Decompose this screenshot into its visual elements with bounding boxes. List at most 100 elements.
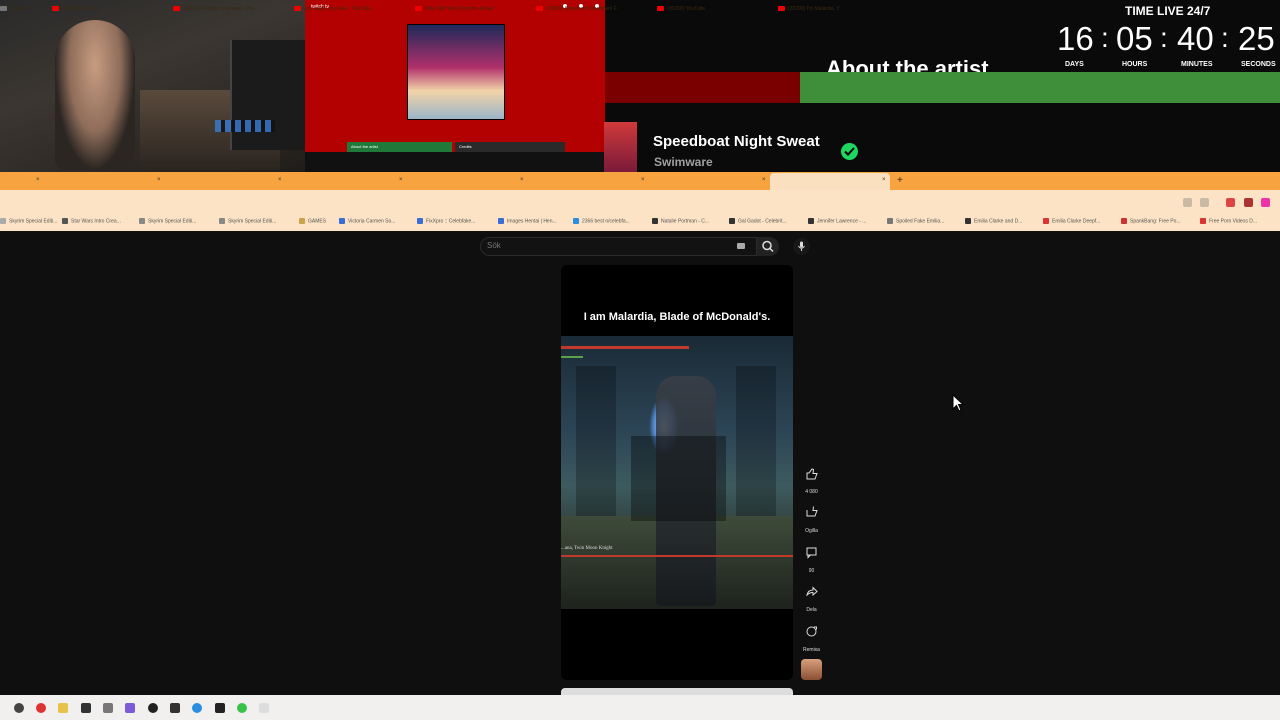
start-icon[interactable] xyxy=(14,703,24,713)
bookmark-label: Gal Gadot - Celebrit... xyxy=(738,218,787,225)
close-tab-icon[interactable]: × xyxy=(641,177,645,183)
close-tab-icon[interactable]: × xyxy=(36,177,40,183)
webcam-monitor xyxy=(230,40,305,150)
share-button[interactable] xyxy=(802,582,821,606)
bookmark-item[interactable]: GAMES xyxy=(299,218,326,224)
bookmark-favicon-icon xyxy=(62,218,68,224)
comment-count: 90 xyxy=(808,568,815,574)
browser-tab-strip xyxy=(0,172,1280,190)
like-button[interactable] xyxy=(802,464,821,488)
bookmark-favicon-icon xyxy=(299,218,305,224)
comment-icon xyxy=(806,547,817,559)
bookmark-item[interactable]: Jennifer Lawrence - ... xyxy=(808,218,866,224)
app-icon[interactable] xyxy=(215,703,225,713)
screen: twitch tv About the artist Credits About… xyxy=(0,0,1280,720)
app-icon[interactable] xyxy=(36,703,46,713)
extension-icon[interactable] xyxy=(1261,198,1270,207)
remix-label: Remixa xyxy=(803,647,820,653)
close-tab-icon[interactable]: × xyxy=(762,177,766,183)
channel-avatar[interactable] xyxy=(801,659,822,680)
bookmark-item[interactable]: Star Wars Intro Crea... xyxy=(62,218,121,224)
extension-icon[interactable] xyxy=(1244,198,1253,207)
search-input[interactable]: Sök xyxy=(487,241,501,250)
bookmark-label: FixXpro :: Celebfake... xyxy=(426,218,476,225)
bookmark-item[interactable]: Skyrim Special Editi... xyxy=(219,218,276,224)
bookmark-item[interactable]: Free Porn Videos D... xyxy=(1200,218,1257,224)
app-icon[interactable] xyxy=(81,703,91,713)
dislike-label: Ogilla xyxy=(805,528,818,534)
browser-tab-label: (30290) YouTube xyxy=(667,6,706,12)
album-art-thumbnail xyxy=(407,24,505,120)
browser-tab[interactable]: (30290) Streamer Showdown! F xyxy=(536,0,641,18)
app-icon[interactable] xyxy=(125,703,135,713)
bookmark-item[interactable]: Emilia Clarke Deepf... xyxy=(1043,218,1100,224)
browser-tab[interactable]: (30290) YouTube xyxy=(52,0,157,18)
close-tab-icon[interactable]: × xyxy=(882,177,886,183)
bookmark-favicon-icon xyxy=(729,218,735,224)
close-tab-icon[interactable]: × xyxy=(278,177,282,183)
bookmark-item[interactable]: Skyrim Special Editi... xyxy=(139,218,196,224)
youtube-icon xyxy=(294,6,301,12)
app-icon[interactable] xyxy=(237,703,247,713)
folder-icon xyxy=(0,6,7,12)
search-button[interactable] xyxy=(757,237,779,256)
voice-search-button[interactable] xyxy=(793,238,810,255)
browser-tab[interactable]: Playlist xyxy=(0,0,38,18)
bookmark-label: Skyrim Special Editi... xyxy=(9,218,58,225)
dislike-button[interactable] xyxy=(802,503,821,527)
bookmark-item[interactable]: FixXpro :: Celebfake... xyxy=(417,218,475,224)
bookmark-favicon-icon xyxy=(417,218,423,224)
remix-button[interactable] xyxy=(802,622,821,646)
bookmark-label: Free Porn Videos D... xyxy=(1209,218,1257,225)
close-tab-icon[interactable]: × xyxy=(399,177,403,183)
comment-button[interactable] xyxy=(802,543,821,567)
browser-icon[interactable] xyxy=(192,703,202,713)
bookmark-label: SpankBang: Free Po... xyxy=(1130,218,1181,225)
boss-hp-bar xyxy=(561,555,793,557)
bookmark-star-icon[interactable] xyxy=(1200,198,1209,207)
browser-tab-label: (30290) YouTube xyxy=(62,6,101,12)
bookmark-item[interactable]: Gal Gadot - Celebrit... xyxy=(729,218,787,224)
keyboard-icon[interactable] xyxy=(737,243,745,249)
liked-check-icon[interactable] xyxy=(841,143,858,160)
browser-tab[interactable]: (30290) I'm Malardia, Y xyxy=(778,0,868,18)
short-caption: I am Malardia, Blade of McDonald's. xyxy=(583,311,771,323)
search-box[interactable] xyxy=(480,237,757,256)
mic-icon xyxy=(798,241,805,251)
bookmark-item[interactable]: Images Hentai | Hen... xyxy=(498,218,557,224)
app-icon[interactable] xyxy=(148,703,158,713)
bookmark-item[interactable]: Spoiled Fake Emilia... xyxy=(887,218,944,224)
app-icon[interactable] xyxy=(103,703,113,713)
bookmark-label: 2366 best n/celebfa... xyxy=(582,218,630,225)
next-short-preview[interactable] xyxy=(561,688,793,695)
bookmark-favicon-icon xyxy=(498,218,504,224)
app-icon[interactable] xyxy=(170,703,180,713)
bookmark-item[interactable]: Victoria Carmen So... xyxy=(339,218,395,224)
browser-tab-label: (30290) I'm Malardia, Y xyxy=(788,6,840,12)
cast-icon[interactable] xyxy=(1183,198,1192,207)
folder-icon[interactable] xyxy=(58,703,68,713)
timer-minutes: 40 xyxy=(1177,20,1214,57)
browser-tab[interactable]: you laugh, you lose - YouTube xyxy=(294,0,399,18)
bookmark-item[interactable]: 2366 best n/celebfa... xyxy=(573,218,630,224)
browser-tab[interactable]: Why Did Harry Drop the Resurr xyxy=(415,0,520,18)
browser-tab[interactable]: (30290) YouTube xyxy=(657,0,757,18)
close-tab-icon[interactable]: × xyxy=(157,177,161,183)
bookmark-item[interactable]: Natalie Portman - C... xyxy=(652,218,709,224)
bookmark-item[interactable]: SpankBang: Free Po... xyxy=(1121,218,1181,224)
extension-icon[interactable] xyxy=(1226,198,1235,207)
timer-label: TIME LIVE 24/7 xyxy=(1125,4,1211,18)
thumbs-down-icon xyxy=(806,506,818,517)
red-strip xyxy=(605,72,800,103)
game-footage[interactable] xyxy=(561,336,793,609)
bookmark-item[interactable]: Skyrim Special Editi... xyxy=(0,218,57,224)
new-tab-button[interactable]: + xyxy=(897,175,903,186)
timer-colon: : xyxy=(1221,22,1229,53)
close-tab-icon[interactable]: × xyxy=(520,177,524,183)
timer-colon: : xyxy=(1101,22,1109,53)
youtube-icon xyxy=(52,6,59,12)
timer-seconds: 25 xyxy=(1238,20,1275,57)
bookmark-item[interactable]: Emilia Clarke and D... xyxy=(965,218,1022,224)
app-icon[interactable] xyxy=(259,703,269,713)
browser-tab[interactable]: (30290) I Finally beat sans - You xyxy=(173,0,278,18)
